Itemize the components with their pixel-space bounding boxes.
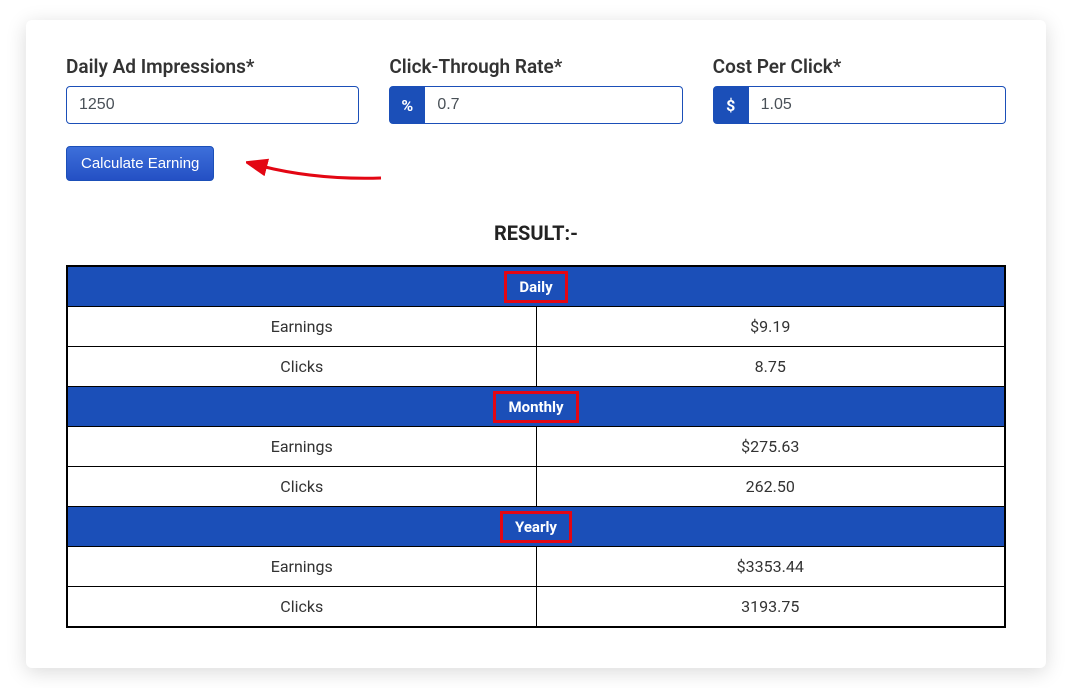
row-value: 3193.75 [536, 586, 1005, 627]
row-label: Clicks [67, 346, 536, 386]
row-label: Earnings [67, 426, 536, 466]
row-label: Clicks [67, 466, 536, 506]
ctr-label: Click-Through Rate* [389, 55, 682, 78]
row-label: Earnings [67, 306, 536, 346]
cpc-label: Cost Per Click* [713, 55, 1006, 78]
form-row: Daily Ad Impressions* Click-Through Rate… [66, 55, 1006, 124]
ctr-group: Click-Through Rate* % [389, 55, 682, 124]
impressions-input[interactable] [66, 86, 359, 124]
calculate-button[interactable]: Calculate Earning [66, 146, 214, 181]
annotation-arrow-icon [246, 158, 386, 188]
percent-icon: % [389, 86, 425, 124]
table-row: Earnings $275.63 [67, 426, 1005, 466]
button-row: Calculate Earning [66, 146, 1006, 181]
row-value: 262.50 [536, 466, 1005, 506]
dollar-icon: $ [713, 86, 749, 124]
table-row: Clicks 3193.75 [67, 586, 1005, 627]
row-value: $9.19 [536, 306, 1005, 346]
table-row: Clicks 8.75 [67, 346, 1005, 386]
cpc-group: Cost Per Click* $ [713, 55, 1006, 124]
cpc-input[interactable] [749, 86, 1006, 124]
result-table: Daily Earnings $9.19 Clicks 8.75 Monthly… [66, 265, 1006, 628]
impressions-group: Daily Ad Impressions* [66, 55, 359, 124]
table-row: Clicks 262.50 [67, 466, 1005, 506]
row-label: Clicks [67, 586, 536, 627]
section-header-daily: Daily [67, 266, 1005, 306]
section-header-yearly: Yearly [67, 506, 1005, 546]
row-value: $3353.44 [536, 546, 1005, 586]
ctr-input[interactable] [425, 86, 682, 124]
section-header-monthly: Monthly [67, 386, 1005, 426]
row-value: $275.63 [536, 426, 1005, 466]
row-label: Earnings [67, 546, 536, 586]
calculator-card: Daily Ad Impressions* Click-Through Rate… [26, 20, 1046, 668]
table-row: Earnings $9.19 [67, 306, 1005, 346]
result-title: RESULT:- [66, 221, 1006, 245]
impressions-label: Daily Ad Impressions* [66, 55, 359, 78]
table-row: Earnings $3353.44 [67, 546, 1005, 586]
row-value: 8.75 [536, 346, 1005, 386]
